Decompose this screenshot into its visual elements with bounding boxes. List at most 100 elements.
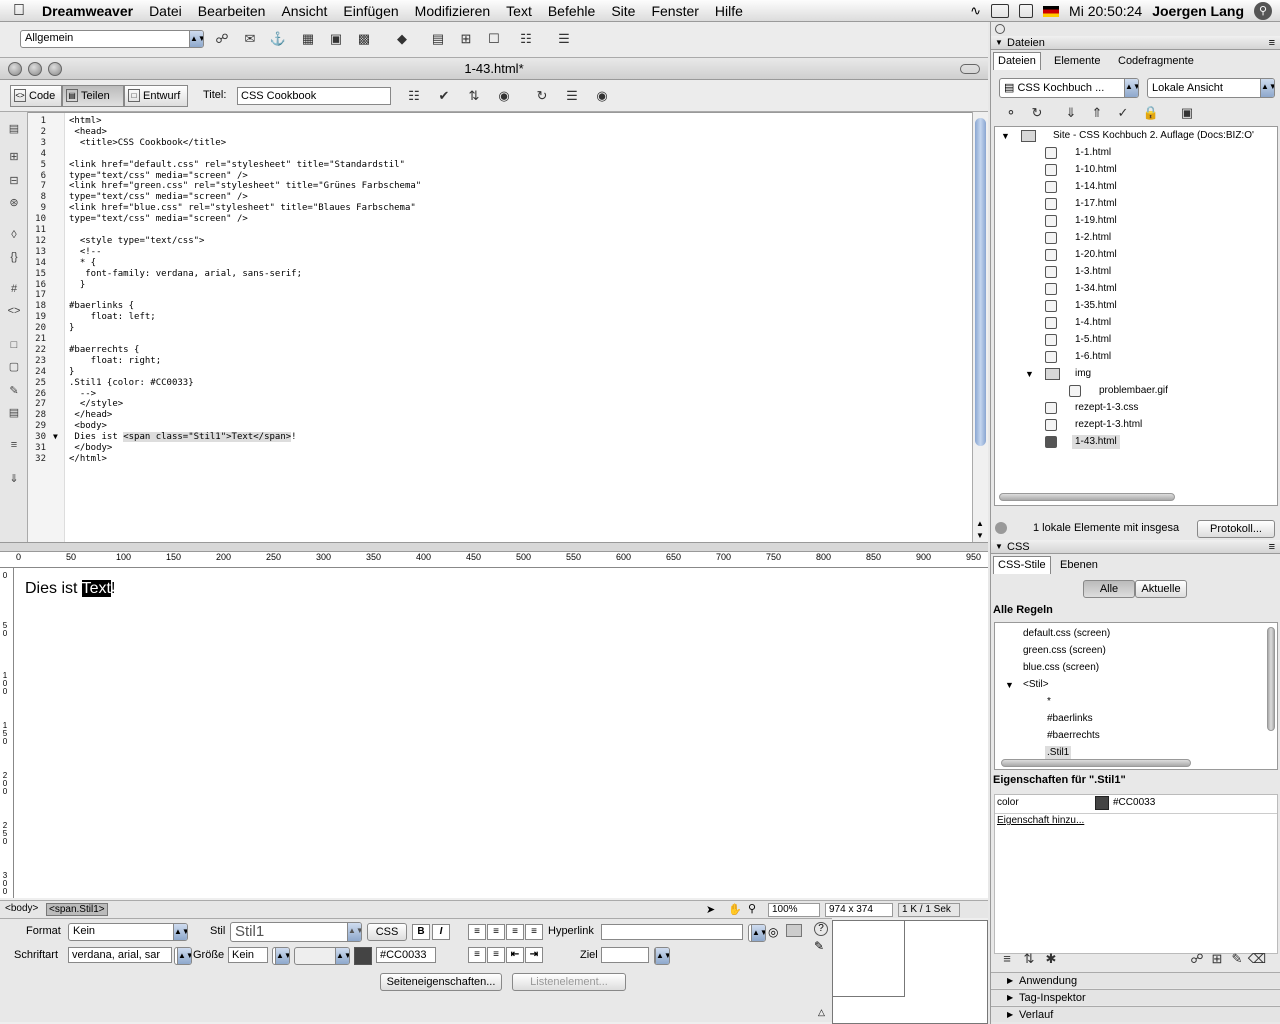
file-item[interactable]: 1-19.html [1075,214,1117,228]
refresh-icon[interactable]: ↻ [1027,104,1047,122]
file-item[interactable]: rezept-1-3.html [1075,418,1142,432]
browse-folder-icon[interactable] [786,924,802,937]
css-rule[interactable]: green.css (screen) [1023,644,1106,658]
indent-text-icon[interactable]: ⇥ [525,947,543,963]
size-input[interactable]: Kein [228,947,268,963]
file-management-icon[interactable]: ☷ [404,87,424,105]
server-include-icon[interactable]: ☐ [484,30,504,48]
app-menu[interactable]: Dreamweaver [38,3,141,19]
highlight-invalid-icon[interactable]: <> [6,304,22,318]
outdent-icon[interactable]: ⇤ [506,947,524,963]
menu-modifizieren[interactable]: Modifizieren [407,3,498,19]
menu-datei[interactable]: Datei [141,3,190,19]
size-unit-select[interactable]: ▲▼ [294,947,350,965]
table-icon[interactable]: ▦ [298,30,318,48]
file-item[interactable]: 1-2.html [1075,231,1111,245]
menu-hilfe[interactable]: Hilfe [707,3,751,19]
list-item-button[interactable]: Listenelement... [512,973,626,991]
italic-button[interactable]: I [432,924,450,940]
menu-einfuegen[interactable]: Einfügen [335,3,406,19]
menu-befehle[interactable]: Befehle [540,3,603,19]
file-item[interactable]: 1-34.html [1075,282,1117,296]
zoom-window-button[interactable] [48,62,62,76]
css-list-vscrollbar[interactable] [1267,627,1275,731]
tab-ebenen[interactable]: Ebenen [1055,556,1103,574]
apple-menu-icon[interactable]:  [0,2,38,20]
hyperlink-dropdown[interactable]: ▲▼ [748,924,766,942]
file-item[interactable]: rezept-1-3.css [1075,401,1138,415]
tab-css-stile[interactable]: CSS-Stile [993,556,1051,574]
collapse-inspector-icon[interactable]: △ [818,1007,825,1018]
code-view[interactable]: 1 2 3 4 5 6 7 8 9 10 11 12 13 14 15 16 17 18 19 20 21 22 23 24 2… [28,112,972,542]
file-item[interactable]: 1-4.html [1075,316,1111,330]
anchor-icon[interactable]: ⚓ [268,30,288,48]
expand-all-icon[interactable]: ⊛ [6,196,22,210]
comment-icon[interactable]: ⊞ [456,30,476,48]
all-rules-toggle[interactable]: Alle [1083,580,1135,598]
page-properties-button[interactable]: Seiteneigenschaften... [380,973,502,991]
color-swatch[interactable] [354,947,372,965]
selected-span-text[interactable]: Text [81,580,111,597]
collapse-selection-icon[interactable]: ⊟ [6,174,22,188]
target-dropdown[interactable]: ▲▼ [654,947,670,965]
menu-text[interactable]: Text [498,3,540,19]
css-button[interactable]: CSS [367,923,407,941]
close-window-button[interactable] [8,62,22,76]
code-view-button[interactable]: <> Code [10,85,62,107]
line-numbers-icon[interactable]: # [6,282,22,296]
view-options-icon[interactable]: ☰ [562,87,582,105]
attach-stylesheet-icon[interactable]: ☍ [1187,950,1207,968]
style-select[interactable]: Stil1▲▼ [230,922,362,942]
css-panel-header[interactable]: ▼ CSS ≡ [991,540,1280,554]
visual-aids-icon[interactable]: ◉ [592,87,612,105]
panel-anwendung[interactable]: ▶ Anwendung [991,972,1280,988]
menu-fenster[interactable]: Fenster [643,3,706,19]
zoom-tool-icon[interactable]: ⚲ [748,902,756,915]
collapse-tag-icon[interactable]: ⊞ [6,150,22,164]
panel-options-icon[interactable]: ≡ [1269,540,1275,554]
open-documents-icon[interactable]: ▤ [6,122,22,136]
tab-elemente[interactable]: Elemente [1049,52,1105,70]
check-out-icon[interactable]: ✓ [1113,104,1133,122]
select-tool-icon[interactable]: ➤ [706,903,715,916]
balance-braces-icon[interactable]: {} [6,250,22,264]
scroll-up-icon[interactable]: ▲ [976,519,984,528]
css-rule[interactable]: <Stil> [1023,678,1049,692]
tree-expand-icon[interactable]: ▼ [1005,678,1014,692]
point-to-file-icon[interactable]: ◎ [768,925,778,939]
fold-triangle-icon[interactable]: ▼ [53,432,58,441]
menu-ansicht[interactable]: Ansicht [273,3,335,19]
delete-rule-icon[interactable]: ⌫ [1247,950,1267,968]
site-select[interactable]: ▤ CSS Kochbuch ...▲▼ [999,78,1139,98]
css-rules-list[interactable]: default.css (screen) green.css (screen) bl… [994,622,1278,770]
file-item[interactable]: 1-1.html [1075,146,1111,160]
align-right-icon[interactable]: ≡ [506,924,524,940]
panel-options-icon[interactable]: ≡ [1269,36,1275,50]
window-size-select[interactable]: 974 x 374 [825,903,893,917]
file-tree[interactable]: ▼ Site - CSS Kochbuch 2. Auflage (Docs:BI… [994,126,1278,506]
select-parent-tag-icon[interactable]: ◊ [6,228,22,242]
panel-dock-grip-icon[interactable] [995,24,1005,34]
recent-snippets-icon[interactable]: ▤ [6,406,22,420]
zoom-select[interactable]: 100% [768,903,820,917]
scrollbar-thumb[interactable] [975,118,986,446]
file-item[interactable]: 1-10.html [1075,163,1117,177]
file-item[interactable]: 1-17.html [1075,197,1117,211]
category-view-icon[interactable]: ≡ [997,950,1017,968]
tag-selector-body[interactable]: <body> [3,903,40,914]
target-input[interactable] [601,947,649,963]
put-files-icon[interactable]: ⇑ [1087,104,1107,122]
spotlight-icon[interactable]: ⚲ [1254,2,1272,20]
remove-comment-icon[interactable]: ▢ [6,360,22,374]
format-select[interactable]: Kein▲▼ [68,923,188,941]
menu-bearbeiten[interactable]: Bearbeiten [190,3,274,19]
edit-rule-icon[interactable]: ✎ [1227,950,1247,968]
media-icon[interactable]: ◆ [392,30,412,48]
alpha-view-icon[interactable]: ⇅ [1019,950,1039,968]
expand-toolbar-icon[interactable]: ⇓ [6,472,22,486]
files-panel-header[interactable]: ▼ Dateien ≡ [991,36,1280,50]
view-select[interactable]: Lokale Ansicht▲▼ [1147,78,1275,98]
get-files-icon[interactable]: ⇓ [1061,104,1081,122]
css-rule[interactable]: default.css (screen) [1023,627,1110,641]
chat-icon[interactable] [1019,4,1034,18]
